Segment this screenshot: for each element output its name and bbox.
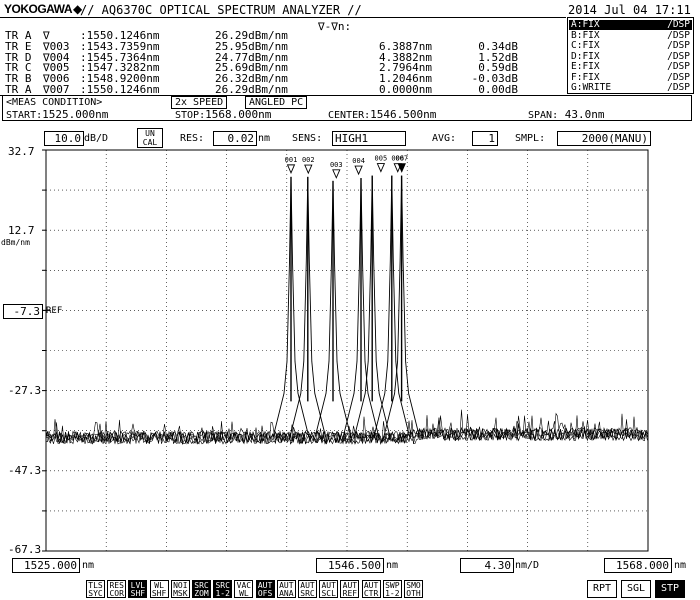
marker-label: 001 xyxy=(285,156,298,164)
softkey-res-cor[interactable]: RES COR xyxy=(107,580,127,598)
marker-triangle-icon xyxy=(332,169,341,179)
softkey-vac-wl[interactable]: VAC WL xyxy=(234,580,254,598)
softkey-line2: SHF xyxy=(130,589,146,598)
x-center-unit: nm xyxy=(386,560,399,571)
softkey-smo-oth[interactable]: SMO OTH xyxy=(404,580,423,598)
rpt-button[interactable]: RPT xyxy=(587,580,617,598)
softkey-line2: OTH xyxy=(406,589,421,598)
softkey-aut-ana[interactable]: AUT ANA xyxy=(276,580,296,598)
softkey-line2: SRC xyxy=(300,589,315,598)
softkey-src-zom[interactable]: SRC ZOM xyxy=(192,580,211,598)
softkey-aut-src[interactable]: AUT SRC xyxy=(298,580,317,598)
softkey-aut-scl[interactable]: AUT SCL xyxy=(319,580,339,598)
softkey-line2: OFS xyxy=(257,589,273,598)
marker-label: 002 xyxy=(302,156,315,164)
x-stop-unit: nm xyxy=(674,560,687,571)
softkey-line2: 1-2 xyxy=(215,589,230,598)
softkey-line2: SYC xyxy=(88,589,103,598)
marker-triangle-icon xyxy=(354,165,363,176)
softkey-tls-syc[interactable]: TLS SYC xyxy=(86,580,105,598)
softkey-line2: ANA xyxy=(279,589,294,598)
softkey-aut-ref[interactable]: AUT REF xyxy=(340,580,360,598)
x-axis-footer: 1525.000 nm 1546.500 nm 4.30 nm/D 1568.0… xyxy=(0,556,700,574)
marker-label: 004 xyxy=(352,157,365,165)
marker-label: 003 xyxy=(330,161,343,169)
softkey-line2: CTR xyxy=(363,589,379,598)
softkey-wl-shf[interactable]: WL SHF xyxy=(149,580,169,598)
softkey-line2: SCL xyxy=(321,589,336,598)
marker-label: 007 xyxy=(395,155,408,163)
softkey-aut-ctr[interactable]: AUT CTR xyxy=(361,580,381,598)
softkey-src-1-2[interactable]: SRC 1-2 xyxy=(213,580,233,598)
x-start-field[interactable]: 1525.000 xyxy=(12,558,80,573)
softkey-line2: ZOM xyxy=(194,589,209,598)
softkey-line2: REF xyxy=(342,589,358,598)
spectrum-plot[interactable]: 001 002003 004 005 006007 xyxy=(0,0,700,600)
x-perdiv-field[interactable]: 4.30 xyxy=(460,558,514,573)
marker-label: 005 xyxy=(375,155,388,163)
marker-triangle-icon xyxy=(286,164,296,174)
stp-button[interactable]: STP xyxy=(655,580,685,598)
x-start-unit: nm xyxy=(82,560,95,571)
marker-triangle-icon xyxy=(304,164,313,175)
softkey-lvl-shf[interactable]: LVL SHF xyxy=(128,580,148,598)
softkey-aut-ofs[interactable]: AUT OFS xyxy=(255,580,275,598)
softkey-line2: MSK xyxy=(173,589,188,598)
x-perdiv-unit: nm/D xyxy=(515,560,540,571)
softkey-noi-msk[interactable]: NOI MSK xyxy=(170,580,190,598)
x-stop-field[interactable]: 1568.000 xyxy=(604,558,672,573)
softkey-line2: 1-2 xyxy=(385,589,400,598)
softkey-line2: SHF xyxy=(151,589,167,598)
softkey-swp-1-2[interactable]: SWP 1-2 xyxy=(382,580,402,598)
softkey-line2: COR xyxy=(109,589,124,598)
sgl-button[interactable]: SGL xyxy=(621,580,651,598)
softkey-line2: WL xyxy=(239,589,249,598)
x-center-field[interactable]: 1546.500 xyxy=(316,558,384,573)
marker-triangle-icon xyxy=(376,163,386,173)
